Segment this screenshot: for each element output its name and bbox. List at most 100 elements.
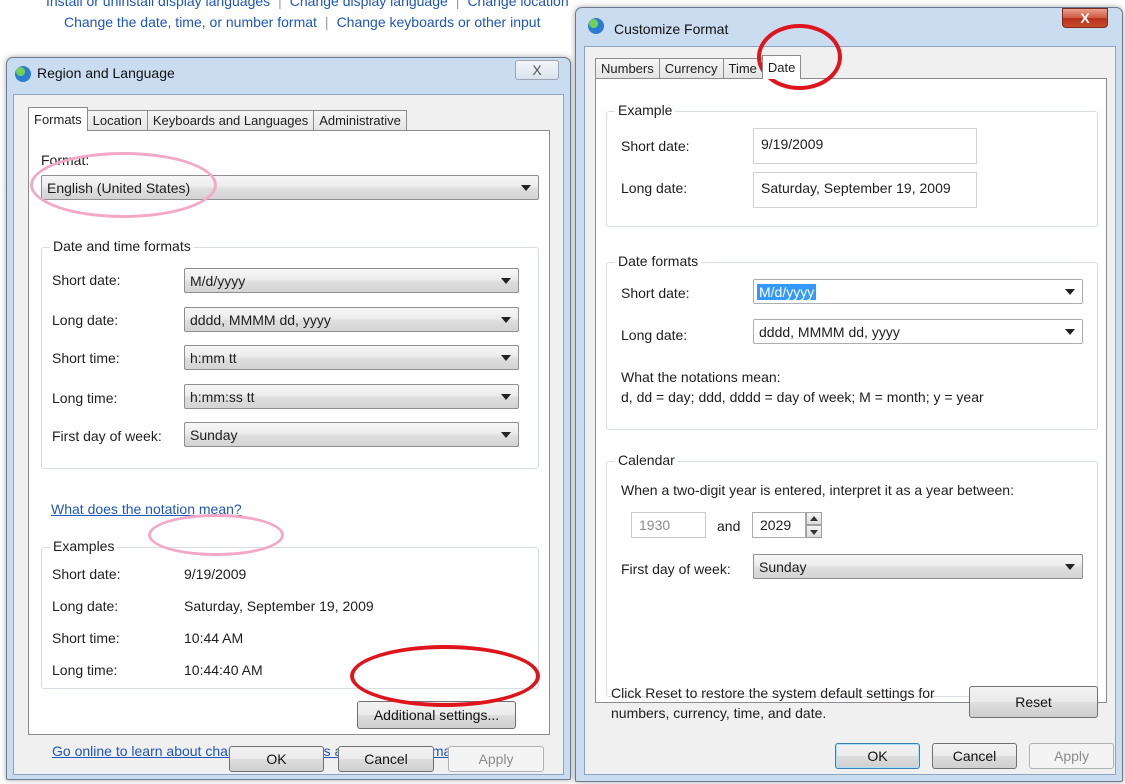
examples-group: Examples Short date: 9/19/2009 Long date… bbox=[41, 538, 539, 689]
example-long-date-value: Saturday, September 19, 2009 bbox=[184, 598, 374, 614]
chevron-down-icon bbox=[501, 394, 511, 400]
date-time-formats-label: Date and time formats bbox=[50, 238, 194, 254]
example-short-date-box: 9/19/2009 bbox=[753, 128, 977, 164]
long-time-label: Long time: bbox=[52, 390, 118, 406]
short-date-format-label: Short date: bbox=[621, 285, 690, 301]
link-row-1: Install or uninstall display languages | C… bbox=[46, 0, 569, 9]
spin-down-icon[interactable] bbox=[806, 525, 822, 538]
format-label: Format: bbox=[41, 152, 90, 168]
tab-location[interactable]: Location bbox=[86, 110, 148, 131]
example-short-date-label: Short date: bbox=[52, 566, 121, 582]
notation-text: d, dd = day; ddd, dddd = day of week; M … bbox=[621, 389, 984, 405]
tab-keyboards-and-languages[interactable]: Keyboards and Languages bbox=[146, 110, 315, 131]
tab-time[interactable]: Time bbox=[722, 58, 763, 79]
example-long-time-label: Long time: bbox=[52, 662, 118, 678]
chevron-down-icon bbox=[501, 355, 511, 361]
notation-help-link[interactable]: What does the notation mean? bbox=[51, 501, 242, 517]
region-language-window: Region and Language X Formats Location K… bbox=[6, 57, 571, 780]
tab-currency[interactable]: Currency bbox=[658, 58, 724, 79]
short-time-label: Short time: bbox=[52, 350, 120, 366]
region-cancel-button[interactable]: Cancel bbox=[338, 746, 434, 772]
calendar-first-day-label: First day of week: bbox=[621, 561, 731, 577]
install-languages-link[interactable]: Install or uninstall display languages bbox=[46, 0, 270, 9]
calendar-label: Calendar bbox=[615, 452, 678, 468]
customize-ok-button[interactable]: OK bbox=[835, 743, 920, 769]
spin-up-icon[interactable] bbox=[806, 512, 822, 525]
customize-window-title: Customize Format bbox=[614, 21, 729, 37]
first-day-of-week-label: First day of week: bbox=[52, 428, 162, 444]
customize-cancel-button[interactable]: Cancel bbox=[932, 743, 1017, 769]
chevron-down-icon bbox=[1065, 564, 1075, 570]
long-date-format-label: Long date: bbox=[621, 327, 688, 343]
region-client-area: Formats Location Keyboards and Languages… bbox=[13, 94, 564, 775]
example-long-date-label: Long date: bbox=[621, 180, 688, 196]
customize-apply-button[interactable]: Apply bbox=[1029, 743, 1114, 769]
first-day-of-week-dropdown[interactable]: Sunday bbox=[184, 422, 519, 447]
example-short-date-value: 9/19/2009 bbox=[184, 566, 247, 582]
example-short-time-value: 10:44 AM bbox=[184, 630, 244, 646]
tab-formats[interactable]: Formats bbox=[28, 107, 88, 131]
region-close-button[interactable]: X bbox=[515, 60, 559, 80]
examples-label: Examples bbox=[50, 538, 118, 554]
customize-client-area: Numbers Currency Time Date Example Short… bbox=[584, 46, 1116, 775]
two-digit-year-text: When a two-digit year is entered, interp… bbox=[621, 482, 1014, 498]
long-time-dropdown[interactable]: h:mm:ss tt bbox=[184, 384, 519, 409]
short-date-dropdown[interactable]: M/d/yyyy bbox=[184, 268, 519, 293]
date-formats-label: Date formats bbox=[615, 253, 702, 269]
reset-text-line1: Click Reset to restore the system defaul… bbox=[611, 685, 935, 701]
region-apply-button[interactable]: Apply bbox=[448, 746, 544, 772]
date-time-formats-group: Date and time formats Short date: M/d/yy… bbox=[41, 238, 539, 469]
customize-tab-strip: Numbers Currency Time Date bbox=[595, 55, 802, 79]
change-format-link[interactable]: Change the date, time, or number format bbox=[64, 14, 317, 30]
example-short-time-label: Short time: bbox=[52, 630, 120, 646]
format-dropdown[interactable]: English (United States) bbox=[41, 175, 539, 200]
customize-titlebar[interactable]: Customize Format X bbox=[576, 8, 1122, 38]
short-time-dropdown[interactable]: h:mm tt bbox=[184, 345, 519, 370]
tab-date[interactable]: Date bbox=[761, 55, 802, 79]
chevron-down-icon bbox=[501, 317, 511, 323]
notation-title: What the notations mean: bbox=[621, 369, 781, 385]
example-short-date-label: Short date: bbox=[621, 138, 690, 154]
chevron-down-icon bbox=[501, 278, 511, 284]
tab-administrative[interactable]: Administrative bbox=[313, 110, 407, 131]
control-panel-links: Install or uninstall display languages | C… bbox=[0, 0, 600, 40]
region-ok-button[interactable]: OK bbox=[229, 746, 324, 772]
calendar-first-day-dropdown[interactable]: Sunday bbox=[753, 554, 1083, 579]
example-long-time-value: 10:44:40 AM bbox=[184, 662, 263, 678]
short-date-format-dropdown[interactable]: M/d/yyyy bbox=[753, 279, 1083, 304]
example-label: Example bbox=[615, 102, 676, 118]
change-keyboards-link[interactable]: Change keyboards or other input bbox=[337, 14, 541, 30]
year-to-field[interactable]: 2029 bbox=[752, 512, 806, 538]
chevron-down-icon bbox=[1065, 329, 1075, 335]
and-label: and bbox=[717, 518, 741, 534]
globe-icon bbox=[588, 18, 604, 34]
additional-settings-button[interactable]: Additional settings... bbox=[357, 701, 516, 729]
customize-format-window: Customize Format X Numbers Currency Time… bbox=[575, 7, 1123, 782]
date-tab-page: Example Short date: 9/19/2009 Long date:… bbox=[595, 78, 1107, 703]
chevron-down-icon bbox=[521, 185, 531, 191]
tab-numbers[interactable]: Numbers bbox=[595, 58, 660, 79]
calendar-group: Calendar When a two-digit year is entere… bbox=[606, 452, 1098, 697]
globe-icon bbox=[15, 66, 31, 82]
reset-text-line2: numbers, currency, time, and date. bbox=[611, 705, 827, 721]
short-date-label: Short date: bbox=[52, 272, 121, 288]
reset-button[interactable]: Reset bbox=[969, 686, 1098, 718]
date-formats-group: Date formats Short date: M/d/yyyy Long d… bbox=[606, 253, 1098, 430]
formats-tab-page: Format: English (United States) Date and… bbox=[28, 130, 550, 735]
change-location-link[interactable]: Change location bbox=[467, 0, 568, 9]
region-window-title: Region and Language bbox=[37, 65, 175, 81]
example-long-date-label: Long date: bbox=[52, 598, 119, 614]
region-titlebar[interactable]: Region and Language X bbox=[7, 58, 570, 88]
long-date-label: Long date: bbox=[52, 312, 119, 328]
example-long-date-box: Saturday, September 19, 2009 bbox=[753, 172, 977, 208]
long-date-dropdown[interactable]: dddd, MMMM dd, yyyy bbox=[184, 307, 519, 332]
chevron-down-icon bbox=[1065, 289, 1075, 295]
change-display-language-link[interactable]: Change display language bbox=[290, 0, 448, 9]
link-row-2: Change the date, time, or number format |… bbox=[64, 14, 541, 30]
long-date-format-dropdown[interactable]: dddd, MMMM dd, yyyy bbox=[753, 319, 1083, 344]
year-spinner bbox=[806, 512, 822, 538]
customize-close-button[interactable]: X bbox=[1062, 8, 1108, 28]
chevron-down-icon bbox=[501, 432, 511, 438]
example-group: Example Short date: 9/19/2009 Long date:… bbox=[606, 102, 1098, 227]
region-tab-strip: Formats Location Keyboards and Languages… bbox=[28, 107, 407, 131]
